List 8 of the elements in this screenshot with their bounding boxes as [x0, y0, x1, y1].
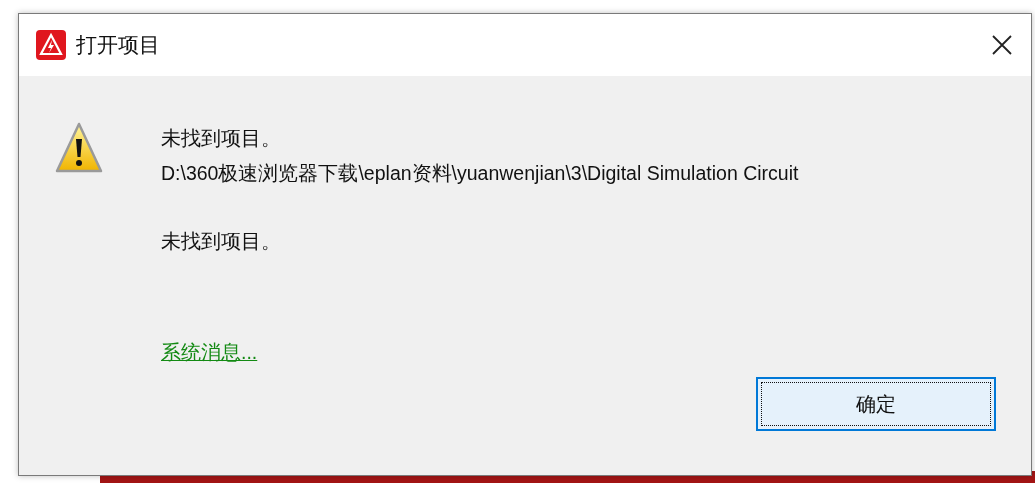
message-text: 未找到项目。 [161, 229, 282, 254]
window-title: 打开项目 [76, 32, 161, 58]
ok-button[interactable]: 确定 [756, 377, 996, 431]
system-message-link[interactable]: 系统消息... [161, 339, 258, 366]
warning-app-icon [36, 30, 66, 60]
close-icon [991, 34, 1013, 56]
message-text: 未找到项目。 [161, 126, 282, 151]
message-text: D:\360极速浏览器下载\eplan资料\yuanwenjian\3\Digital Simulation Circuit [161, 161, 799, 186]
